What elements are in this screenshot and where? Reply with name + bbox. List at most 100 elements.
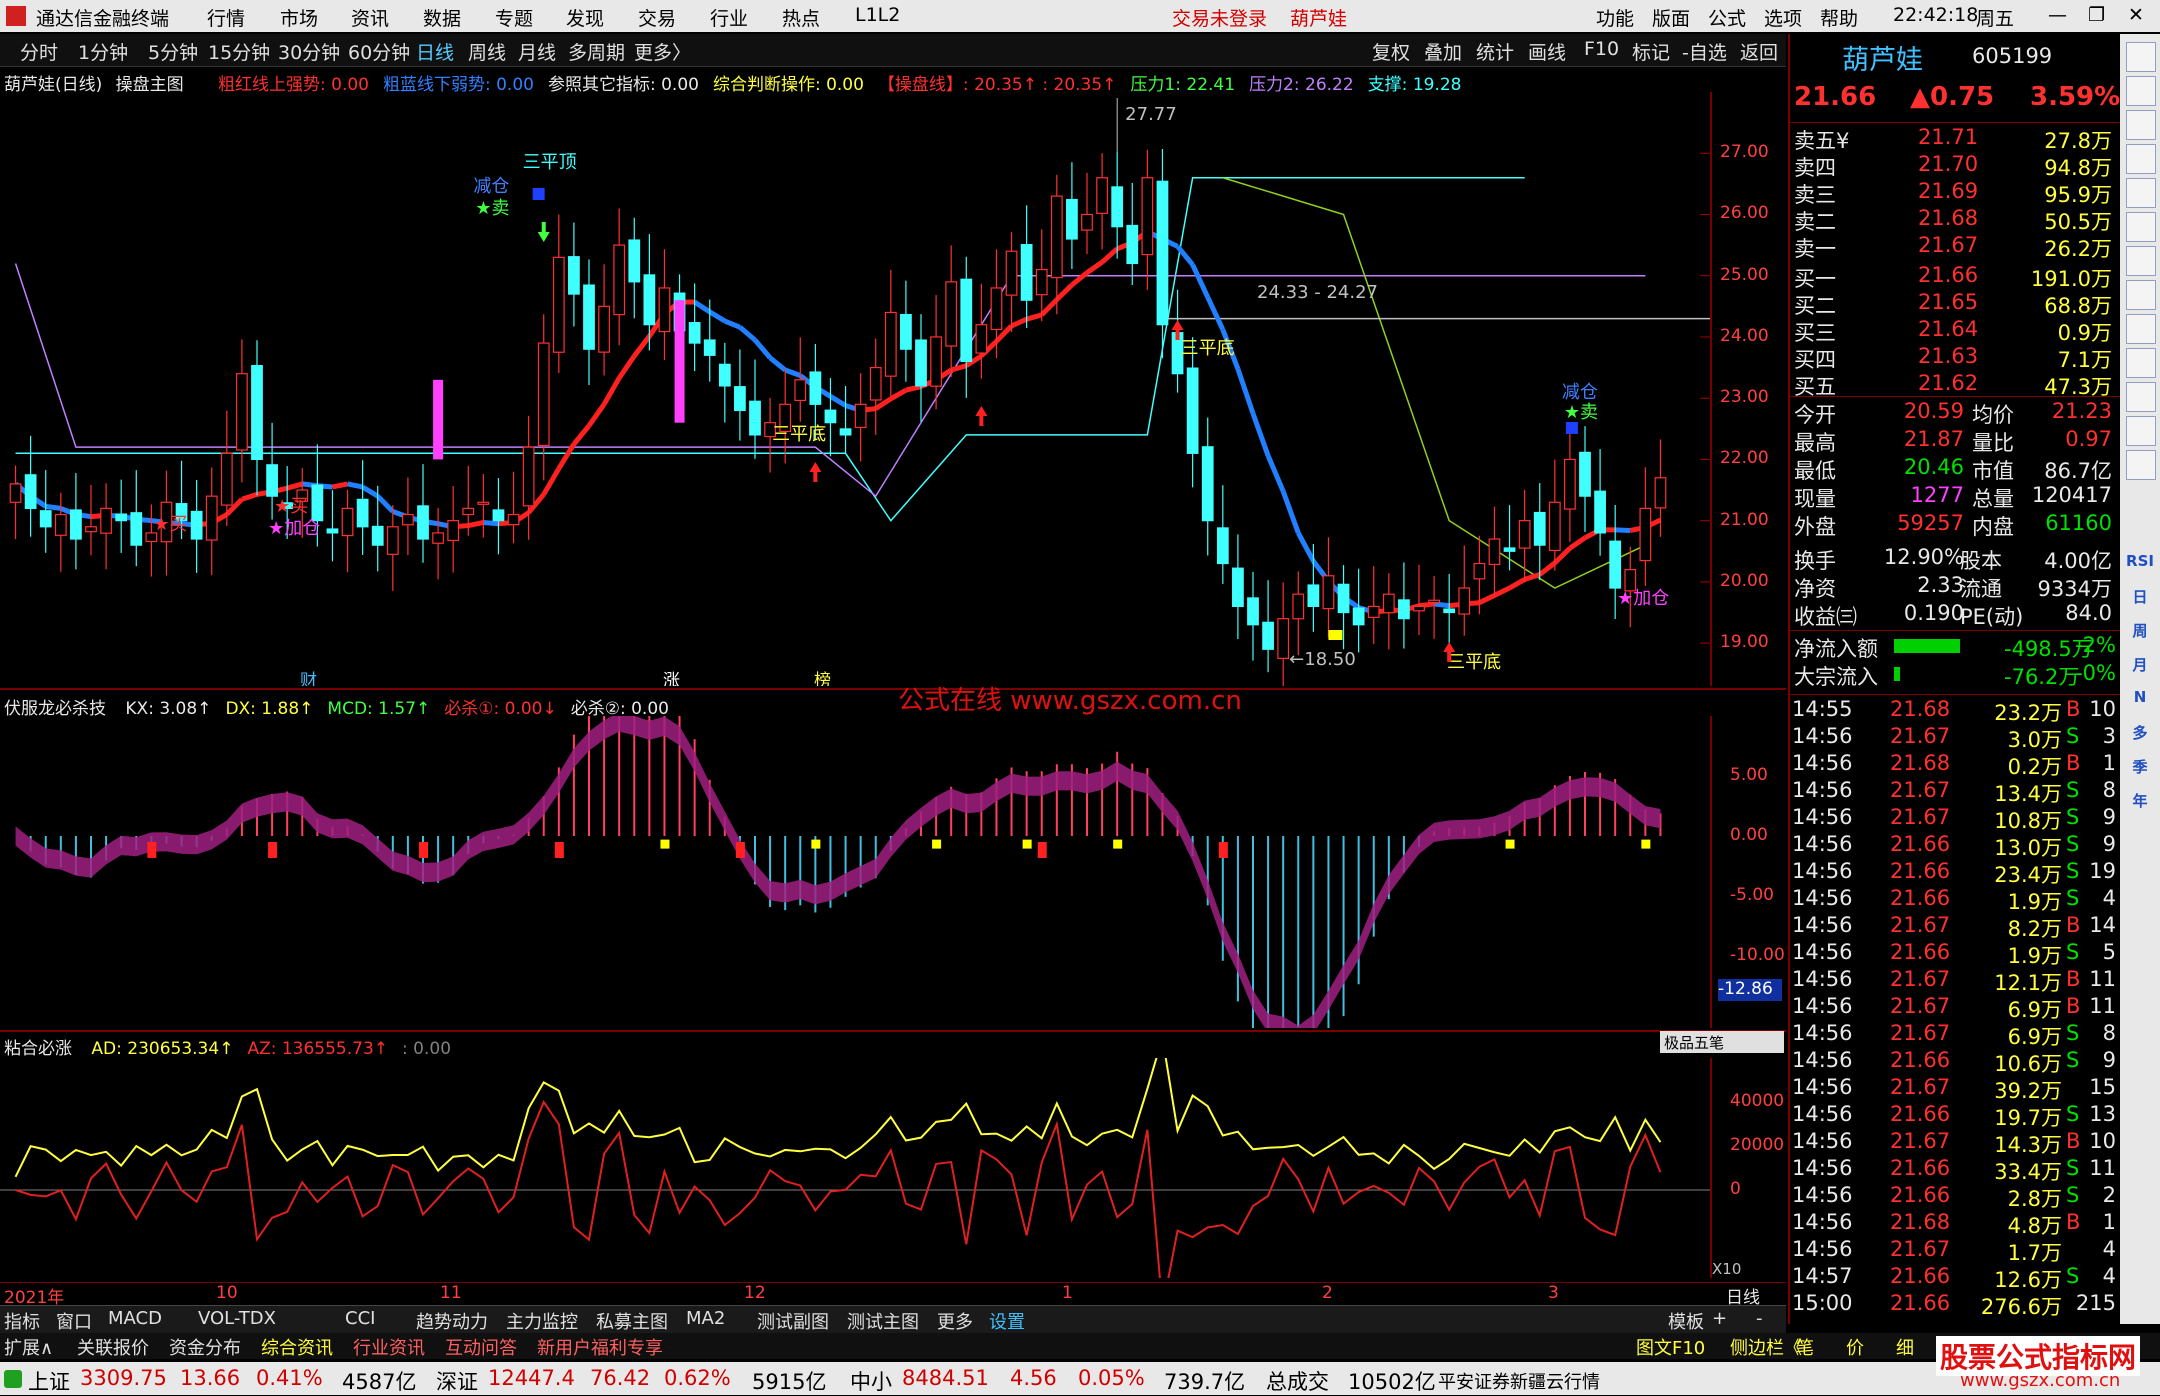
sidebar-tool-icon[interactable] bbox=[2126, 416, 2156, 446]
indicator-tab[interactable]: 更多 bbox=[937, 1308, 973, 1334]
sidebar-tool-icon[interactable] bbox=[2126, 178, 2156, 208]
ask-row[interactable]: 卖三 21.69 95.9万 bbox=[1790, 179, 2120, 207]
menu-item[interactable]: L1L2 bbox=[855, 4, 900, 26]
ask-row[interactable]: 卖二 21.68 50.5万 bbox=[1790, 206, 2120, 234]
indicator-tab[interactable]: 测试副图 bbox=[757, 1308, 829, 1334]
indicator-tab[interactable]: MACD bbox=[108, 1308, 162, 1329]
sidebar-tool-icon[interactable] bbox=[2126, 144, 2156, 174]
tf-tab[interactable]: 分时 bbox=[20, 38, 58, 65]
side-tab[interactable]: 图文F10 bbox=[1636, 1334, 1705, 1360]
tf-tab[interactable]: 更多〉 bbox=[634, 38, 691, 65]
menu-item[interactable]: 热点 bbox=[782, 4, 820, 31]
menu-item[interactable]: 行情 bbox=[207, 4, 245, 31]
sidebar-tool-icon[interactable] bbox=[2126, 382, 2156, 412]
info-tab[interactable]: 综合资讯 bbox=[261, 1334, 333, 1360]
tf-tab-active[interactable]: 日线 bbox=[416, 38, 454, 65]
menu-item[interactable]: 帮助 bbox=[1820, 4, 1858, 31]
indicator-tab[interactable]: 测试主图 bbox=[847, 1308, 919, 1334]
menu-item[interactable]: 功能 bbox=[1596, 4, 1634, 31]
sidebar-tool-icon[interactable] bbox=[2126, 212, 2156, 242]
tf-tab[interactable]: 月线 bbox=[518, 38, 556, 65]
sidebar-item[interactable]: 月 bbox=[2126, 654, 2154, 682]
side-tab[interactable]: 侧边栏《 bbox=[1730, 1334, 1802, 1360]
tf-tab[interactable]: 多周期 bbox=[568, 38, 625, 65]
menu-item[interactable]: 选项 bbox=[1764, 4, 1802, 31]
info-tab[interactable]: 关联报价 bbox=[77, 1334, 149, 1360]
side-tab[interactable]: 笔 bbox=[1796, 1334, 1814, 1360]
toolbar-button[interactable]: 标记 bbox=[1632, 38, 1670, 65]
restore-icon[interactable]: ❐ bbox=[2088, 4, 2105, 26]
sz-label[interactable]: 深证 bbox=[436, 1366, 478, 1396]
menu-item[interactable]: 公式 bbox=[1708, 4, 1746, 31]
template-button[interactable]: + bbox=[1712, 1308, 1727, 1329]
indicator1-chart[interactable] bbox=[0, 716, 1712, 1028]
menu-item[interactable]: 版面 bbox=[1652, 4, 1690, 31]
sidebar-tool-icon[interactable] bbox=[2126, 450, 2156, 480]
zx-label[interactable]: 中小 bbox=[850, 1366, 892, 1396]
menu-item[interactable]: 发现 bbox=[566, 4, 604, 31]
menu-item[interactable]: 市场 bbox=[280, 4, 318, 31]
bid-row[interactable]: 买三 21.64 0.9万 bbox=[1790, 317, 2120, 345]
menu-item[interactable]: 行业 bbox=[710, 4, 748, 31]
tick-list[interactable]: 14:55 21.68 23.2万 B 10 14:56 21.67 3.0万 S 3 14:56 2… bbox=[1790, 694, 2120, 1325]
indicator-tab[interactable]: 窗口 bbox=[56, 1308, 92, 1334]
ask-row[interactable]: 卖五¥ 21.71 27.8万 bbox=[1790, 125, 2120, 153]
bid-row[interactable]: 买二 21.65 68.8万 bbox=[1790, 290, 2120, 318]
sidebar-tool-icon[interactable] bbox=[2126, 280, 2156, 310]
indicator-tab[interactable]: 私募主图 bbox=[596, 1308, 668, 1334]
tf-tab[interactable]: 5分钟 bbox=[148, 38, 198, 65]
toolbar-button[interactable]: F10 bbox=[1584, 38, 1619, 60]
ask-row[interactable]: 卖四 21.70 94.8万 bbox=[1790, 152, 2120, 180]
toolbar-button[interactable]: 叠加 bbox=[1424, 38, 1462, 65]
sidebar-item[interactable]: 多 bbox=[2126, 722, 2154, 750]
toolbar-button[interactable]: 统计 bbox=[1476, 38, 1514, 65]
info-tab[interactable]: 新用户福利专享 bbox=[537, 1334, 663, 1360]
indicator-tab[interactable]: 趋势动力 bbox=[416, 1308, 488, 1334]
menu-item[interactable]: 专题 bbox=[495, 4, 533, 31]
tf-tab[interactable]: 周线 bbox=[468, 38, 506, 65]
menu-item[interactable]: 资讯 bbox=[351, 4, 389, 31]
indicator2-title[interactable]: 粘合必涨 bbox=[4, 1039, 72, 1059]
sidebar-item[interactable]: N bbox=[2126, 688, 2154, 716]
info-tab[interactable]: 资金分布 bbox=[169, 1334, 241, 1360]
sidebar-tool-icon[interactable] bbox=[2126, 314, 2156, 344]
minimize-icon[interactable]: — bbox=[2048, 4, 2067, 26]
sidebar-tool-icon[interactable] bbox=[2126, 110, 2156, 140]
toolbar-button[interactable]: 返回 bbox=[1740, 38, 1778, 65]
indicator-tab[interactable]: CCI bbox=[345, 1308, 375, 1329]
indicator2-chart[interactable] bbox=[0, 1058, 1712, 1278]
sidebar-tool-icon[interactable] bbox=[2126, 348, 2156, 378]
indicator-tab[interactable]: 主力监控 bbox=[506, 1308, 578, 1334]
toolbar-button[interactable]: 画线 bbox=[1528, 38, 1566, 65]
template-button[interactable]: - bbox=[1756, 1308, 1763, 1329]
sidebar-item[interactable]: 季 bbox=[2126, 756, 2154, 784]
toolbar-button[interactable]: 复权 bbox=[1372, 38, 1410, 65]
candlestick-chart[interactable]: 27.7724.33 - 24.27←18.50减仓★卖减仓★卖三平顶三平底三平… bbox=[0, 92, 1712, 686]
trade-status[interactable]: 交易未登录 bbox=[1172, 4, 1267, 31]
sidebar-item[interactable]: 日 bbox=[2126, 586, 2154, 614]
sidebar-tool-icon[interactable] bbox=[2126, 42, 2156, 72]
tf-tab[interactable]: 1分钟 bbox=[78, 38, 128, 65]
bid-row[interactable]: 买一 21.66 191.0万 bbox=[1790, 263, 2120, 291]
bid-row[interactable]: 买五 21.62 47.3万 bbox=[1790, 371, 2120, 399]
ime-toolbar[interactable]: 极品五笔 bbox=[1660, 1031, 1784, 1053]
sidebar-item[interactable]: 年 bbox=[2126, 790, 2154, 818]
template-button[interactable]: 模板 bbox=[1668, 1308, 1704, 1334]
menu-item[interactable]: 数据 bbox=[423, 4, 461, 31]
indicator-tab[interactable]: MA2 bbox=[686, 1308, 725, 1329]
info-tab[interactable]: 扩展∧ bbox=[4, 1334, 53, 1360]
tf-tab[interactable]: 30分钟 bbox=[278, 38, 340, 65]
sidebar-item[interactable]: RSI bbox=[2126, 552, 2154, 580]
close-icon[interactable]: ✕ bbox=[2128, 4, 2144, 26]
sidebar-tool-icon[interactable] bbox=[2126, 246, 2156, 276]
sh-label[interactable]: 上证 bbox=[28, 1366, 70, 1396]
indicator-tab[interactable]: 设置 bbox=[989, 1308, 1025, 1334]
menu-item[interactable]: 交易 bbox=[638, 4, 676, 31]
side-tab[interactable]: 细 bbox=[1896, 1334, 1914, 1360]
tf-tab[interactable]: 60分钟 bbox=[348, 38, 410, 65]
info-tab[interactable]: 互动问答 bbox=[445, 1334, 517, 1360]
tf-tab[interactable]: 15分钟 bbox=[208, 38, 270, 65]
indicator-tab[interactable]: 指标 bbox=[4, 1308, 40, 1334]
indicator-tab[interactable]: VOL-TDX bbox=[198, 1308, 276, 1329]
info-tab[interactable]: 行业资讯 bbox=[353, 1334, 425, 1360]
